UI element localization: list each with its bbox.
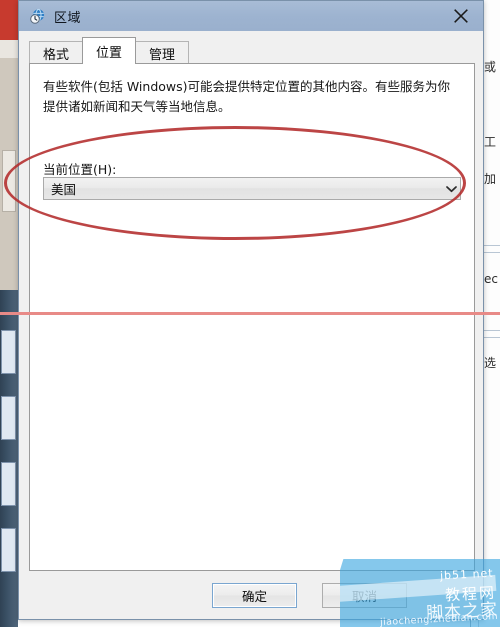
screen-root: 或 工 加 ec 选 区域 格式 位置 管理 有些软件(包括 Windows)可… bbox=[0, 0, 500, 627]
tab-administrative[interactable]: 管理 bbox=[135, 41, 190, 64]
home-location-select[interactable]: 美国 bbox=[43, 177, 461, 200]
background-text-row: 加 bbox=[484, 172, 497, 186]
dialog-titlebar[interactable]: 区域 bbox=[19, 1, 483, 31]
taskbar-tile-4 bbox=[1, 528, 16, 572]
background-window-left-header bbox=[0, 40, 18, 58]
location-tab-panel: 有些软件(包括 Windows)可能会提供特定位置的其他内容。有些服务为你提供诸… bbox=[29, 63, 475, 571]
background-red-accent bbox=[0, 0, 18, 40]
tab-location[interactable]: 位置 bbox=[82, 37, 137, 64]
ok-button[interactable]: 确定 bbox=[212, 583, 297, 608]
background-text-row: 工 bbox=[484, 135, 497, 149]
tab-format[interactable]: 格式 bbox=[29, 41, 84, 64]
taskbar-tile-1 bbox=[1, 330, 16, 374]
chevron-down-icon[interactable] bbox=[442, 178, 460, 199]
background-thumbnail bbox=[2, 150, 16, 212]
background-text-row: 选 bbox=[484, 356, 497, 370]
close-icon[interactable] bbox=[439, 1, 483, 31]
taskbar-tile-3 bbox=[1, 462, 16, 506]
background-text-row: 或 bbox=[484, 60, 497, 74]
region-dialog: 区域 格式 位置 管理 有些软件(包括 Windows)可能会提供特定位置的其他… bbox=[18, 0, 484, 620]
background-text-row: ec bbox=[484, 272, 498, 286]
home-location-value: 美国 bbox=[51, 182, 77, 197]
dialog-title: 区域 bbox=[54, 10, 82, 26]
taskbar-tile-2 bbox=[1, 396, 16, 440]
cancel-button[interactable]: 取消 bbox=[322, 583, 407, 608]
home-location-label: 当前位置(H): bbox=[43, 162, 117, 177]
globe-clock-icon bbox=[29, 8, 46, 25]
panel-description: 有些软件(包括 Windows)可能会提供特定位置的其他内容。有些服务为你提供诸… bbox=[43, 79, 451, 114]
tab-bar: 格式 位置 管理 bbox=[29, 37, 475, 64]
